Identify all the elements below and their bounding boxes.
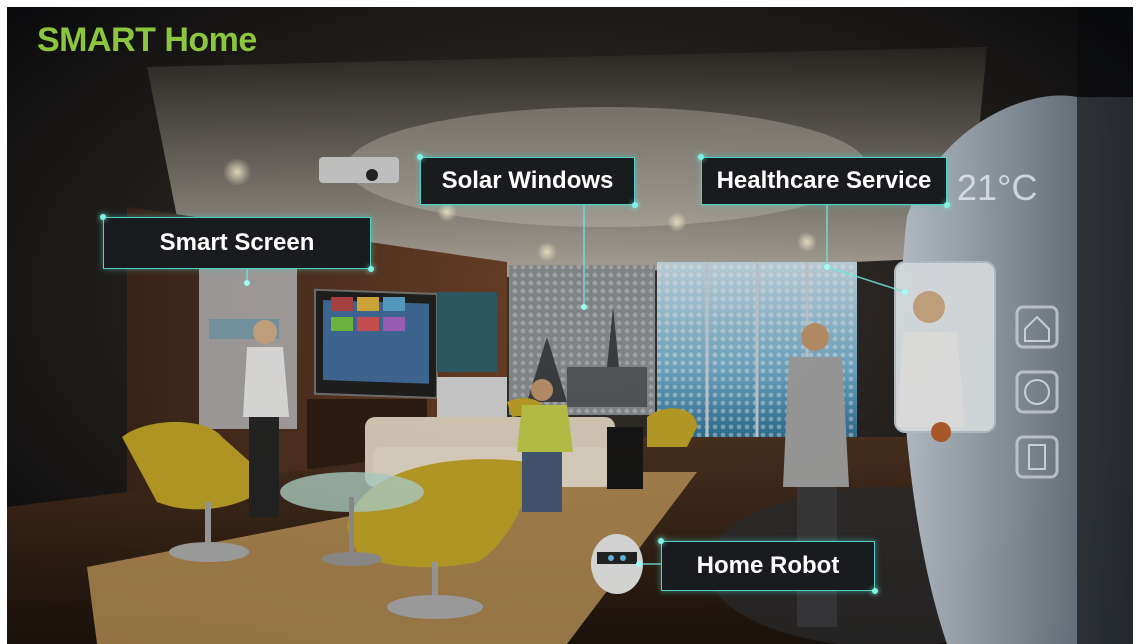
smart-screen-label: Smart Screen (100, 214, 374, 272)
temperature-readout: 21°C (957, 167, 1038, 208)
solar-windows-label: Solar Windows (417, 154, 638, 208)
healthcare-service-label: Healthcare Service (698, 154, 950, 208)
scene-illustration (7, 7, 1133, 644)
smart-home-slide: SMART Home Smart Screen Solar Windows He… (7, 7, 1133, 644)
slide-title: SMART Home (37, 21, 257, 59)
home-robot-label: Home Robot (658, 538, 878, 594)
